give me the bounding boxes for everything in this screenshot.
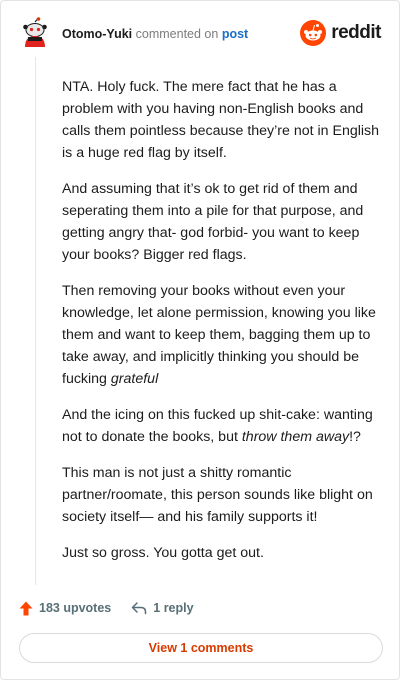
comment-header: Otomo-Yuki commented on post reddit — [19, 17, 381, 51]
post-link[interactable]: post — [222, 27, 248, 41]
comment-card: Otomo-Yuki commented on post reddit NTA.… — [0, 0, 400, 680]
comment-body: NTA. Holy fuck. The mere fact that he ha… — [62, 76, 380, 578]
brand-wordmark: reddit — [331, 22, 381, 43]
username-link[interactable]: Otomo-Yuki — [62, 27, 132, 41]
upvote-arrow-icon — [19, 601, 33, 615]
comment-paragraph-2: And assuming that it’s ok to get rid of … — [62, 181, 364, 263]
reply-arrow-icon — [132, 602, 147, 615]
paragraph-4-end: !? — [349, 429, 361, 445]
action-text: commented on — [135, 27, 219, 41]
reply-count: 1 reply — [153, 601, 194, 615]
comment-paragraph-5: This man is not just a shitty romantic p… — [62, 465, 373, 525]
view-comments-button[interactable]: View 1 comments — [19, 633, 383, 663]
paragraph-3-text: Then removing your books without even yo… — [62, 283, 376, 387]
paragraph-4-emphasis: throw them away — [241, 429, 350, 445]
paragraph-3-emphasis: grateful — [110, 371, 159, 387]
comment-byline: Otomo-Yuki commented on post — [62, 27, 248, 41]
user-avatar-icon[interactable] — [19, 17, 51, 49]
comment-paragraph-6: Just so gross. You gotta get out. — [62, 545, 264, 561]
upvote-button[interactable]: 183 upvotes — [19, 601, 111, 616]
thread-line[interactable] — [35, 57, 36, 585]
upvote-count: 183 upvotes — [39, 601, 112, 615]
reddit-logo-icon — [300, 20, 327, 46]
comment-paragraph-3: Then removing your books without even yo… — [62, 280, 380, 390]
comment-paragraph-1: NTA. Holy fuck. The mere fact that he ha… — [62, 79, 380, 161]
reply-button[interactable]: 1 reply — [131, 601, 194, 615]
comment-paragraph-4: And the icing on this fucked up shit-cak… — [62, 404, 380, 448]
comment-actions: 183 upvotes 1 reply — [19, 598, 194, 618]
reddit-brand[interactable]: reddit — [300, 19, 381, 47]
